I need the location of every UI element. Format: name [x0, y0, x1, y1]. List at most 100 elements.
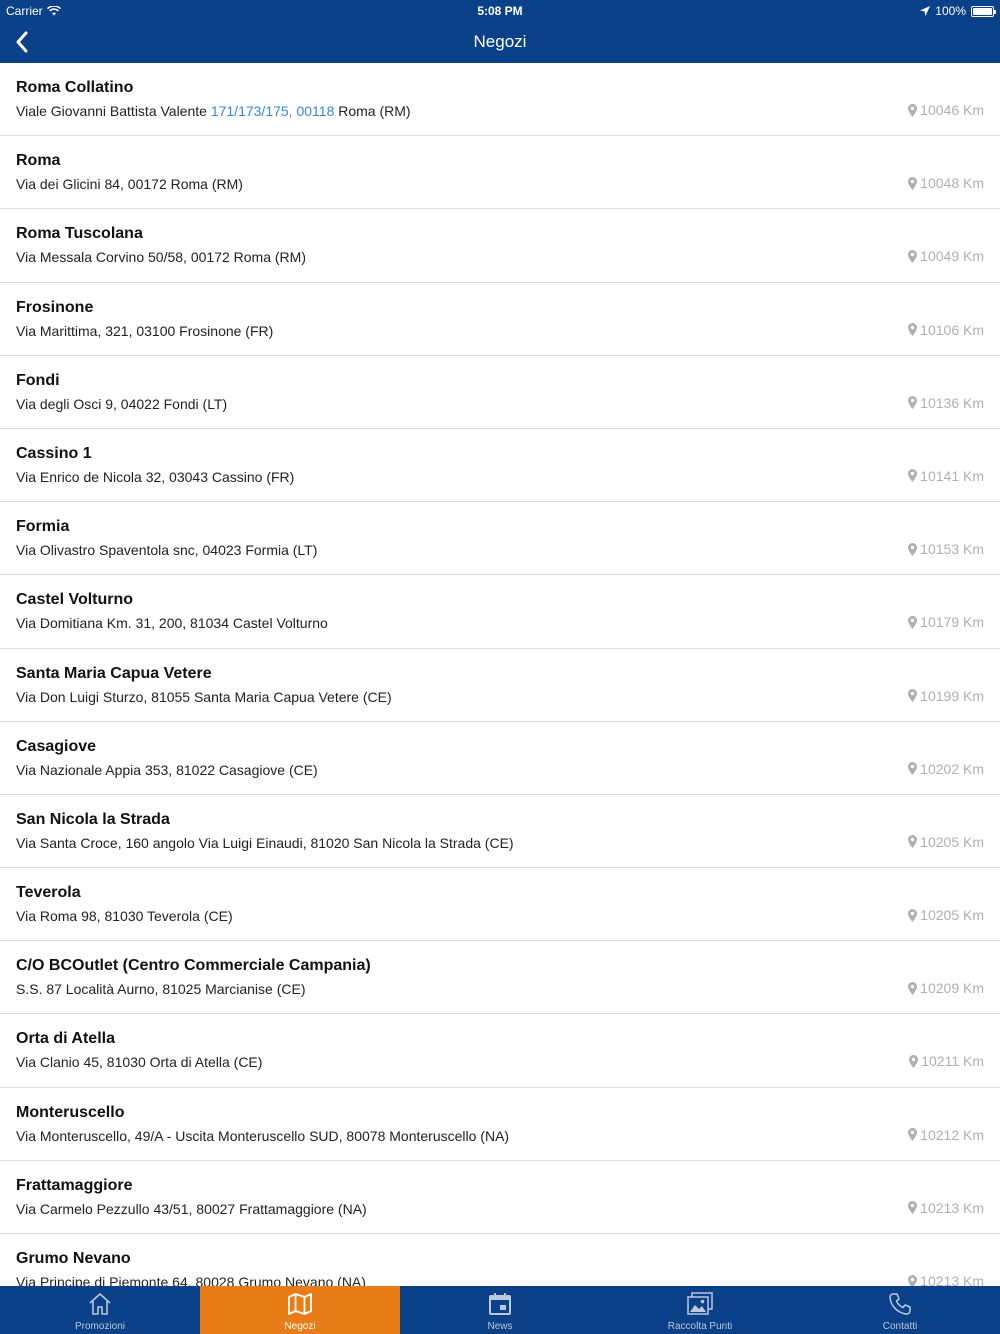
store-name: Fondi	[16, 371, 60, 389]
tab-label: Negozi	[284, 1321, 316, 1332]
tab-raccolta-punti[interactable]: Raccolta Punti	[600, 1286, 800, 1334]
tab-label: Promozioni	[74, 1321, 126, 1332]
store-row[interactable]: Roma Tuscolana Via Messala Corvino 50/58,…	[0, 209, 1000, 283]
store-row[interactable]: San Nicola la Strada Via Santa Croce, 160…	[0, 794, 1000, 869]
store-name: Formia	[16, 518, 70, 536]
store-row[interactable]: Grumo Nevano Via Principe di Piemonte 64,…	[0, 1234, 1000, 1286]
map-pin-icon	[908, 1128, 918, 1142]
store-row[interactable]: Teverola Via Roma 98, 81030 Teverola (CE)…	[0, 868, 1000, 942]
store-distance-value: 10211 Km	[921, 1053, 984, 1070]
store-distance: 10209 Km	[908, 980, 984, 996]
store-distance-value: 10153 Km	[920, 541, 984, 558]
app-root: Carrier 5:08 PM 100% Negozi Roma Collati…	[0, 0, 1000, 1334]
store-row[interactable]: Santa Maria Capua Vetere Via Don Luigi St…	[0, 648, 1000, 722]
store-row[interactable]: Roma Collatino Viale Giovanni Battista Va…	[0, 63, 1000, 137]
map-pin-icon	[908, 1274, 918, 1286]
store-distance: 10048 Km	[908, 175, 984, 191]
tab-negozi[interactable]: Negozi	[200, 1286, 400, 1334]
store-name: Castel Volturno	[16, 591, 134, 609]
store-address-text: Via Marittima, 321, 03100 Frosinone (FR)	[16, 322, 274, 339]
map-pin-icon	[908, 469, 918, 483]
map-icon	[288, 1293, 312, 1315]
header: Carrier 5:08 PM 100% Negozi	[0, 0, 1000, 63]
store-name: Roma	[16, 152, 61, 170]
store-distance-value: 10048 Km	[920, 175, 984, 192]
store-distance: 10211 Km	[909, 1053, 984, 1069]
map-pin-icon	[908, 689, 918, 702]
store-address-text: Via Nazionale Appia 353, 81022 Casagiove…	[16, 761, 318, 778]
status-bar: Carrier 5:08 PM 100%	[0, 0, 1000, 20]
store-row[interactable]: Casagiove Via Nazionale Appia 353, 81022 …	[0, 721, 1000, 795]
store-address: Via Marittima, 321, 03100 Frosinone (FR)	[16, 323, 273, 339]
store-address: Via Santa Croce, 160 angolo Via Luigi Ei…	[16, 835, 514, 851]
store-row[interactable]: Orta di Atella Via Clanio 45, 81030 Orta …	[0, 1014, 1000, 1088]
store-row[interactable]: Formia Via Olivastro Spaventola snc, 0402…	[0, 502, 1000, 576]
store-name: Teverola	[16, 884, 81, 902]
store-address: Via Olivastro Spaventola snc, 04023 Form…	[16, 542, 317, 558]
map-pin-icon	[908, 615, 918, 629]
store-distance-value: 10213 Km	[920, 1199, 984, 1216]
store-row[interactable]: Roma Via dei Glicini 84, 00172 Roma (RM) 1…	[0, 136, 1000, 210]
store-row[interactable]: Castel Volturno Via Domitiana Km. 31, 200…	[0, 575, 1000, 649]
store-address: Viale Giovanni Battista Valente 171/173/…	[16, 103, 411, 119]
tab-bar: Promozioni Negozi News Raccolta Punti Contat…	[0, 1286, 1000, 1334]
store-address-text: Via dei Glicini 84, 00172 Roma (RM)	[16, 176, 243, 193]
store-address-text: Via Clanio 45, 81030 Orta di Atella (CE)	[16, 1054, 263, 1071]
store-row[interactable]: Frosinone Via Marittima, 321, 03100 Frosi…	[0, 282, 1000, 356]
store-row[interactable]: Cassino 1 Via Enrico de Nicola 32, 03043 …	[0, 428, 1000, 503]
map-pin-icon	[908, 323, 918, 337]
status-time: 5:08 PM	[477, 4, 523, 18]
store-row[interactable]: Monteruscello Via Monteruscello, 49/A - U…	[0, 1087, 1000, 1161]
store-name: Frattamaggiore	[16, 1176, 133, 1194]
map-pin-icon	[908, 1201, 918, 1215]
store-distance: 10141 Km	[908, 468, 984, 484]
store-row[interactable]: Frattamaggiore Via Carmelo Pezzullo 43/51…	[0, 1160, 1000, 1234]
store-distance: 10106 Km	[908, 322, 984, 338]
store-distance-value: 10106 Km	[920, 321, 984, 338]
store-address-link[interactable]: 171/173/175, 00118	[211, 103, 335, 119]
map-pin-icon	[908, 542, 918, 556]
tab-news[interactable]: News	[400, 1286, 600, 1334]
store-distance: 10205 Km	[908, 834, 984, 850]
store-name: Roma Collatino	[16, 79, 134, 96]
calendar-icon	[489, 1293, 511, 1315]
back-button[interactable]	[0, 20, 44, 63]
map-pin-icon	[908, 103, 918, 117]
tab-label: News	[487, 1321, 513, 1332]
tab-promozioni[interactable]: Promozioni	[0, 1286, 200, 1334]
photos-icon	[687, 1292, 713, 1315]
tab-contatti[interactable]: Contatti	[800, 1286, 1000, 1334]
store-address: Via dei Glicini 84, 00172 Roma (RM)	[16, 176, 243, 192]
store-distance: 10136 Km	[908, 395, 984, 411]
store-name: Casagiove	[16, 737, 97, 755]
store-address-text: Via Don Luigi Sturzo, 81055 Santa Maria …	[16, 688, 392, 705]
store-distance-value: 10213 Km	[920, 1273, 984, 1286]
store-address-text: Via degli Osci 9, 04022 Fondi (LT)	[16, 395, 228, 412]
store-address: Via Carmelo Pezzullo 43/51, 80027 Fratta…	[16, 1201, 367, 1217]
store-name: Cassino 1	[16, 444, 92, 462]
store-distance: 10049 Km	[908, 248, 984, 264]
page-title: Negozi	[473, 32, 527, 51]
store-address-text: Via Olivastro Spaventola snc, 04023 Form…	[16, 542, 318, 559]
map-pin-icon	[909, 1054, 919, 1068]
store-list[interactable]: Roma Collatino Viale Giovanni Battista Va…	[0, 63, 1000, 1286]
status-right: 100%	[920, 4, 996, 18]
store-address-text: Via Roma 98, 81030 Teverola (CE)	[16, 908, 233, 925]
battery-percent: 100%	[935, 4, 966, 18]
map-pin-icon	[908, 908, 918, 922]
store-row[interactable]: C/O BCOutlet (Centro Commerciale Campani…	[0, 941, 1000, 1015]
nav-bar: Negozi	[0, 20, 1000, 63]
store-address-text: S.S. 87 Località Aurno, 81025 Marcianise…	[16, 981, 306, 998]
store-address: Via Messala Corvino 50/58, 00172 Roma (R…	[16, 249, 306, 265]
chevron-left-icon	[16, 31, 28, 52]
store-address: Via Enrico de Nicola 32, 03043 Cassino (…	[16, 469, 294, 485]
store-address: Via Roma 98, 81030 Teverola (CE)	[16, 908, 233, 924]
home-icon	[89, 1293, 111, 1315]
store-address: Via Principe di Piemonte 64, 80028 Grumo…	[16, 1274, 366, 1286]
store-address: Via Domitiana Km. 31, 200, 81034 Castel …	[16, 615, 328, 631]
store-distance-value: 10141 Km	[920, 467, 984, 484]
store-distance-value: 10205 Km	[920, 833, 984, 850]
store-name: C/O BCOutlet (Centro Commerciale Campani…	[16, 957, 371, 975]
map-pin-icon	[908, 981, 918, 995]
store-row[interactable]: Fondi Via degli Osci 9, 04022 Fondi (LT) 1…	[0, 355, 1000, 429]
